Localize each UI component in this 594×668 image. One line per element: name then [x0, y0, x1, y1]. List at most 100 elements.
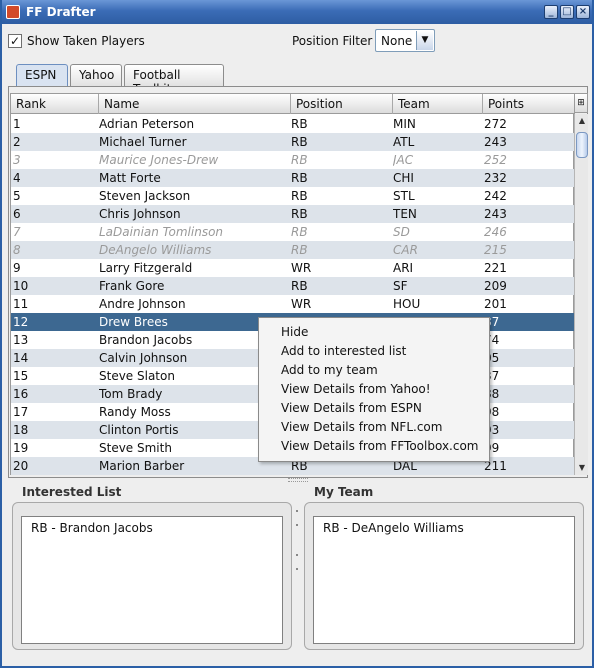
scroll-down-icon[interactable]: ▼ — [575, 461, 589, 475]
column-header-rank[interactable]: Rank — [11, 94, 99, 114]
cell-points: 272 — [484, 117, 507, 131]
cell-rank: 4 — [13, 171, 21, 185]
interested-list-box[interactable]: RB - Brandon Jacobs — [21, 516, 283, 644]
column-header-team[interactable]: Team — [393, 94, 483, 114]
cell-rank: 20 — [13, 459, 29, 473]
cell-name: DeAngelo Williams — [99, 243, 212, 257]
my-team-list-box[interactable]: RB - DeAngelo Williams — [313, 516, 575, 644]
cell-rank: 11 — [13, 297, 29, 311]
cell-team: SD — [393, 225, 410, 239]
context-menu-item[interactable]: Add to my team — [259, 361, 489, 380]
cell-rank: 7 — [13, 225, 21, 239]
cell-rank: 2 — [13, 135, 21, 149]
cell-name: Michael Turner — [99, 135, 187, 149]
column-header-position[interactable]: Position — [291, 94, 393, 114]
cell-name: LaDainian Tomlinson — [99, 225, 224, 239]
cell-rank: 19 — [13, 441, 29, 455]
cell-points: 87 — [484, 315, 500, 329]
tab-espn[interactable]: ESPN — [16, 64, 68, 87]
cell-points: 242 — [484, 189, 507, 203]
cell-points: 98 — [484, 405, 500, 419]
table-row[interactable]: 6 Chris Johnson RB TEN 243 — [11, 205, 575, 223]
context-menu-item[interactable]: View Details from NFL.com — [259, 418, 489, 437]
context-menu-item[interactable]: View Details from ESPN — [259, 399, 489, 418]
cell-team: ARI — [393, 261, 414, 275]
chevron-down-icon[interactable]: ▼ — [416, 31, 433, 50]
table-row[interactable]: 8 DeAngelo Williams RB CAR 215 — [11, 241, 575, 259]
cell-rank: 3 — [13, 153, 21, 167]
title-bar[interactable]: FF Drafter _ □ × — [2, 0, 592, 24]
cell-position: RB — [291, 243, 308, 257]
cell-team: ATL — [393, 135, 415, 149]
filter-toolbar: ✓ Show Taken Players Position Filter Non… — [2, 28, 592, 56]
scroll-up-icon[interactable]: ▲ — [575, 114, 589, 128]
tab-football-toolkit[interactable]: Football Toolkit — [124, 64, 224, 96]
column-header-points[interactable]: Points — [483, 94, 575, 114]
cell-position: WR — [291, 297, 312, 311]
cell-points: 243 — [484, 135, 507, 149]
cell-team: CHI — [393, 171, 414, 185]
interested-list-title: Interested List — [22, 485, 122, 499]
cell-position: RB — [291, 117, 308, 131]
cell-team: CAR — [393, 243, 418, 257]
my-team-list-item[interactable]: RB - DeAngelo Williams — [323, 521, 464, 535]
context-menu-item[interactable]: Add to interested list — [259, 342, 489, 361]
tab-yahoo[interactable]: Yahoo — [70, 64, 122, 86]
position-filter-select[interactable]: None ▼ — [375, 29, 435, 52]
split-pane-divider[interactable] — [288, 478, 308, 482]
table-row[interactable]: 5 Steven Jackson RB STL 242 — [11, 187, 575, 205]
cell-points: 201 — [484, 297, 507, 311]
cell-rank: 13 — [13, 333, 29, 347]
cell-rank: 9 — [13, 261, 21, 275]
cell-points: 37 — [484, 369, 500, 383]
app-window: FF Drafter _ □ × ✓ Show Taken Players Po… — [0, 0, 594, 668]
cell-points: 215 — [484, 243, 507, 257]
cell-points: 211 — [484, 459, 507, 473]
cell-rank: 14 — [13, 351, 29, 365]
show-taken-label[interactable]: Show Taken Players — [27, 34, 145, 48]
cell-position: RB — [291, 225, 308, 239]
cell-team: HOU — [393, 297, 421, 311]
cell-points: 99 — [484, 441, 500, 455]
interested-list-panel: RB - Brandon Jacobs — [12, 502, 292, 650]
table-row[interactable]: 1 Adrian Peterson RB MIN 272 — [11, 115, 575, 133]
cell-rank: 16 — [13, 387, 29, 401]
show-taken-checkbox[interactable]: ✓ — [8, 34, 22, 48]
table-row[interactable]: 9 Larry Fitzgerald WR ARI 221 — [11, 259, 575, 277]
cell-points: 05 — [484, 351, 500, 365]
table-row[interactable]: 7 LaDainian Tomlinson RB SD 246 — [11, 223, 575, 241]
table-row[interactable]: 2 Michael Turner RB ATL 243 — [11, 133, 575, 151]
cell-rank: 15 — [13, 369, 29, 383]
interested-list-item[interactable]: RB - Brandon Jacobs — [31, 521, 153, 535]
cell-points: 74 — [484, 333, 500, 347]
cell-name: Adrian Peterson — [99, 117, 195, 131]
cell-name: Steven Jackson — [99, 189, 191, 203]
split-pane-handle[interactable] — [296, 510, 300, 590]
cell-rank: 1 — [13, 117, 21, 131]
cell-rank: 6 — [13, 207, 21, 221]
table-scrollbar[interactable]: ▲ ▼ — [574, 114, 588, 475]
cell-team: SF — [393, 279, 408, 293]
column-header-name[interactable]: Name — [99, 94, 291, 114]
cell-points: 93 — [484, 423, 500, 437]
context-menu-item[interactable]: View Details from FFToolbox.com — [259, 437, 489, 456]
cell-points: 221 — [484, 261, 507, 275]
context-menu-item[interactable]: Hide — [259, 323, 489, 342]
window-title: FF Drafter — [26, 5, 96, 19]
maximize-button[interactable]: □ — [560, 5, 574, 19]
minimize-button[interactable]: _ — [544, 5, 558, 19]
cell-position: RB — [291, 189, 308, 203]
scrollbar-thumb[interactable] — [576, 132, 588, 158]
cell-points: 252 — [484, 153, 507, 167]
cell-name: Chris Johnson — [99, 207, 181, 221]
cell-team: TEN — [393, 207, 417, 221]
table-row[interactable]: 10 Frank Gore RB SF 209 — [11, 277, 575, 295]
table-row[interactable]: 4 Matt Forte RB CHI 232 — [11, 169, 575, 187]
column-control-icon[interactable]: ⊞ — [574, 93, 588, 113]
close-button[interactable]: × — [576, 5, 590, 19]
table-row[interactable]: 11 Andre Johnson WR HOU 201 — [11, 295, 575, 313]
table-row[interactable]: 3 Maurice Jones-Drew RB JAC 252 — [11, 151, 575, 169]
cell-position: RB — [291, 135, 308, 149]
context-menu-item[interactable]: View Details from Yahoo! — [259, 380, 489, 399]
cell-position: RB — [291, 171, 308, 185]
